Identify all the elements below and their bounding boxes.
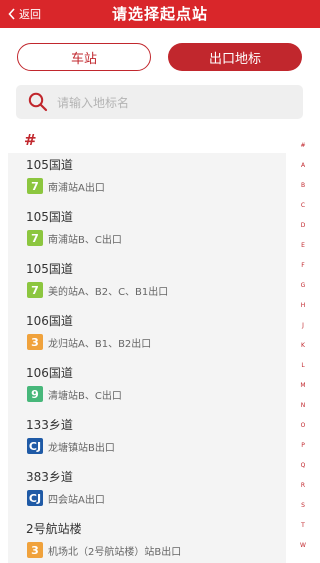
search-input[interactable]: 请输入地标名: [16, 85, 303, 119]
index-letter[interactable]: E: [293, 242, 313, 250]
search-placeholder: 请输入地标名: [57, 95, 130, 110]
exit-label: 美的站A、B2、C、B1出口: [48, 287, 169, 298]
alphabet-index[interactable]: # A B C D E F G H J K L M N O P Q R S T …: [293, 138, 313, 556]
index-letter[interactable]: N: [293, 402, 313, 410]
line-badge: 3: [27, 334, 43, 350]
list-item[interactable]: 106国道 9 清塘站B、C出口: [8, 361, 286, 413]
index-letter[interactable]: W: [293, 542, 313, 550]
list-item[interactable]: 105国道 7 南浦站B、C出口: [8, 205, 286, 257]
tab-station[interactable]: 车站: [17, 43, 151, 71]
index-letter[interactable]: G: [293, 282, 313, 290]
landmark-list: 105国道 7 南浦站A出口 105国道 7 南浦站B、C出口 105国道 7 …: [8, 153, 286, 563]
exit-label: 四会站A出口: [48, 495, 105, 506]
index-letter[interactable]: D: [293, 222, 313, 230]
list-item[interactable]: 2号航站楼 3 机场北（2号航站楼）站B出口: [8, 517, 286, 563]
landmark-name: 106国道: [26, 314, 73, 328]
line-badge: 7: [27, 178, 43, 194]
exit-label: 龙归站A、B1、B2出口: [48, 339, 152, 350]
search-icon: [28, 92, 48, 112]
line-badge: 9: [27, 386, 43, 402]
exit-label: 清塘站B、C出口: [48, 391, 122, 402]
index-letter[interactable]: L: [293, 362, 313, 370]
line-badge: CJ: [27, 490, 43, 506]
line-badge: 7: [27, 230, 43, 246]
index-letter[interactable]: M: [293, 382, 313, 390]
list-item[interactable]: 133乡道 CJ 龙塘镇站B出口: [8, 413, 286, 465]
index-letter[interactable]: J: [293, 322, 313, 330]
index-letter[interactable]: Q: [293, 462, 313, 470]
section-header: #: [24, 131, 37, 149]
index-letter[interactable]: H: [293, 302, 313, 310]
landmark-name: 106国道: [26, 366, 73, 380]
index-letter[interactable]: K: [293, 342, 313, 350]
tab-exit-landmark[interactable]: 出口地标: [168, 43, 302, 71]
line-badge: 7: [27, 282, 43, 298]
index-letter[interactable]: C: [293, 202, 313, 210]
landmark-name: 105国道: [26, 210, 73, 224]
header-bar: 返回 请选择起点站: [0, 0, 320, 28]
list-item[interactable]: 383乡道 CJ 四会站A出口: [8, 465, 286, 517]
landmark-name: 383乡道: [26, 470, 73, 484]
list-item[interactable]: 105国道 7 美的站A、B2、C、B1出口: [8, 257, 286, 309]
index-letter[interactable]: R: [293, 482, 313, 490]
exit-label: 南浦站A出口: [48, 183, 105, 194]
page-title: 请选择起点站: [111, 5, 208, 23]
list-item[interactable]: 106国道 3 龙归站A、B1、B2出口: [8, 309, 286, 361]
index-letter[interactable]: #: [293, 142, 313, 150]
line-badge: CJ: [27, 438, 43, 454]
landmark-name: 2号航站楼: [26, 522, 82, 536]
landmark-name: 105国道: [26, 262, 73, 276]
landmark-name: 133乡道: [26, 418, 73, 432]
list-item[interactable]: 105国道 7 南浦站A出口: [8, 153, 286, 205]
exit-label: 机场北（2号航站楼）站B出口: [48, 547, 182, 558]
exit-label: 南浦站B、C出口: [48, 235, 122, 246]
line-badge: 3: [27, 542, 43, 558]
index-letter[interactable]: T: [293, 522, 313, 530]
exit-label: 龙塘镇站B出口: [48, 443, 115, 454]
index-letter[interactable]: S: [293, 502, 313, 510]
index-letter[interactable]: B: [293, 182, 313, 190]
index-letter[interactable]: P: [293, 442, 313, 450]
index-letter[interactable]: O: [293, 422, 313, 430]
landmark-name: 105国道: [26, 158, 73, 172]
index-letter[interactable]: A: [293, 162, 313, 170]
index-letter[interactable]: F: [293, 262, 313, 270]
